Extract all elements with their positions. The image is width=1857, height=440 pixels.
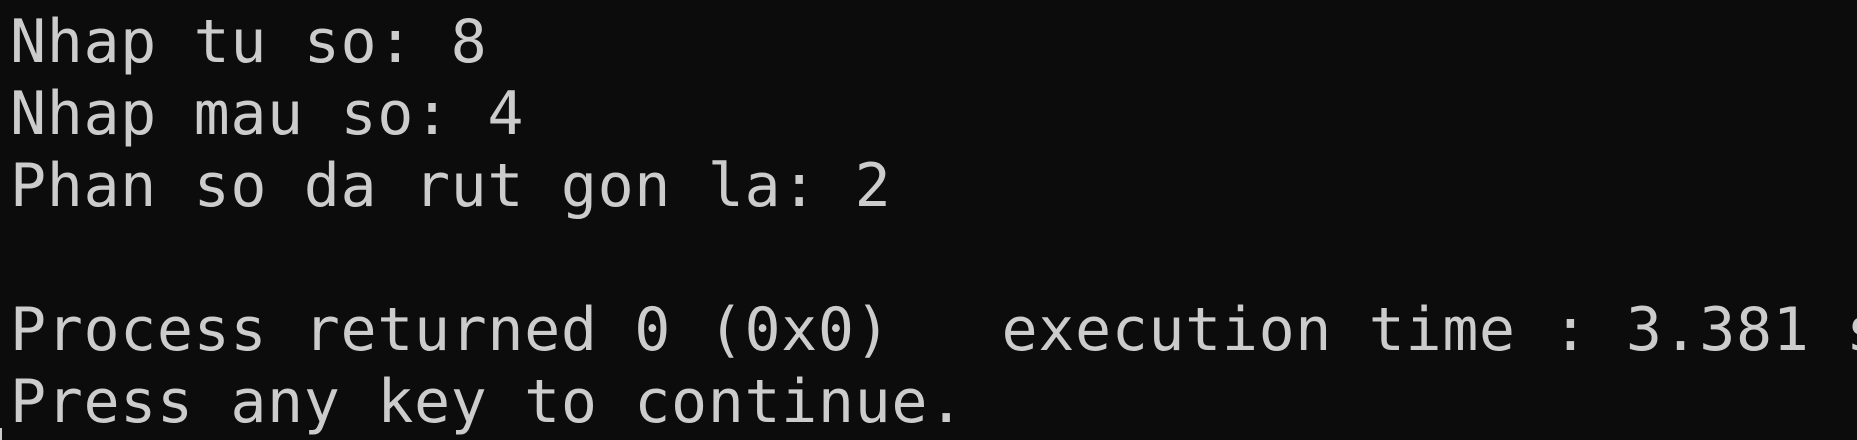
console-line-process-returned: Process returned 0 (0x0) execution time … xyxy=(10,295,1857,365)
console-line-denominator-prompt: Nhap mau so: 4 xyxy=(10,79,525,149)
console-line-result: Phan so da rut gon la: 2 xyxy=(10,151,892,221)
console-line-press-any-key: Press any key to continue. xyxy=(10,367,965,437)
console-window[interactable]: Nhap tu so: 8 Nhap mau so: 4 Phan so da … xyxy=(0,0,1857,440)
console-line-numerator-prompt: Nhap tu so: 8 xyxy=(10,7,488,77)
text-cursor xyxy=(0,428,2,440)
